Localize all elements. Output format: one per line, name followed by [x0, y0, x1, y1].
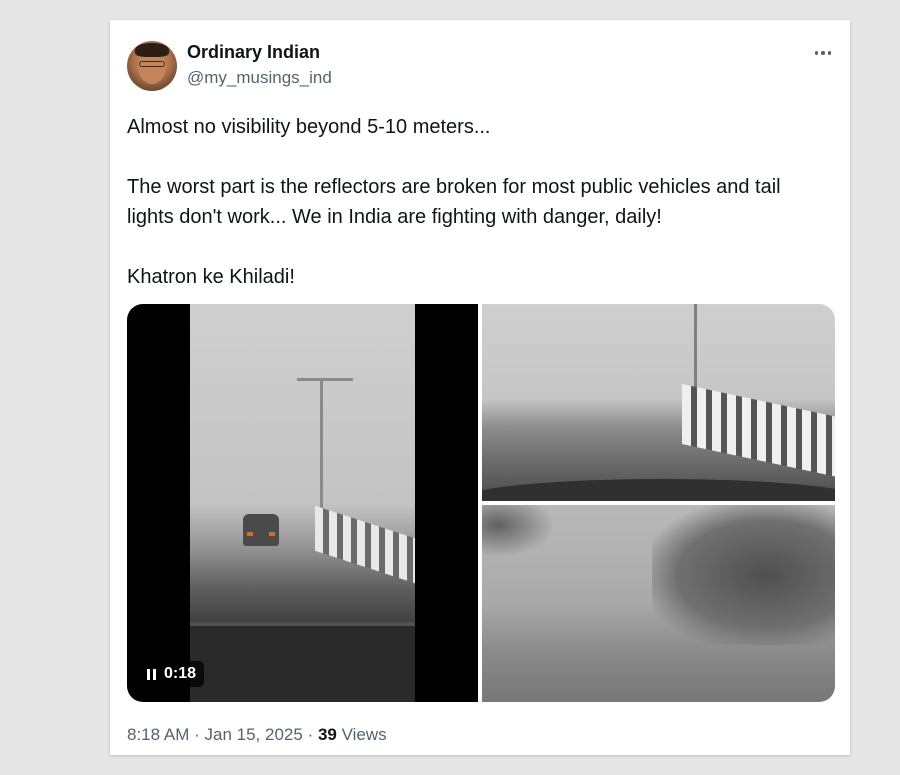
avatar-hair	[135, 43, 169, 57]
video-timer[interactable]: 0:18	[139, 661, 205, 687]
post-line-2: The worst part is the reflectors are bro…	[127, 176, 781, 228]
dashboard	[190, 622, 415, 702]
video-frame	[190, 304, 415, 702]
post-date[interactable]: Jan 15, 2025	[205, 725, 303, 744]
post-card: Ordinary Indian @my_musings_ind Almost n…	[110, 20, 850, 755]
views-count: 39	[317, 725, 337, 744]
avatar-glasses	[139, 61, 165, 67]
author-handle[interactable]: @my_musings_ind	[187, 68, 332, 88]
video-time: 0:18	[164, 665, 197, 682]
avatar[interactable]	[127, 41, 177, 91]
views-label: Views	[341, 725, 387, 744]
media-grid: 0:18	[127, 304, 835, 702]
post-line-3: Khatron ke Khiladi!	[127, 266, 295, 288]
more-options-icon[interactable]	[810, 42, 836, 64]
video-player[interactable]: 0:18	[127, 304, 478, 702]
author-name[interactable]: Ordinary Indian	[187, 42, 320, 63]
photo-1[interactable]	[482, 304, 835, 501]
post-footer: 8:18 AM · Jan 15, 2025 · 39 Views	[127, 725, 387, 745]
pause-icon[interactable]	[147, 668, 156, 680]
post-time[interactable]: 8:18 AM	[127, 725, 189, 744]
photo-2[interactable]	[482, 505, 835, 702]
separator: ·	[194, 725, 200, 744]
car	[243, 514, 279, 546]
post-line-1: Almost no visibility beyond 5-10 meters.…	[127, 116, 491, 138]
separator: ·	[307, 725, 314, 744]
post-text: Almost no visibility beyond 5-10 meters.…	[127, 112, 827, 292]
